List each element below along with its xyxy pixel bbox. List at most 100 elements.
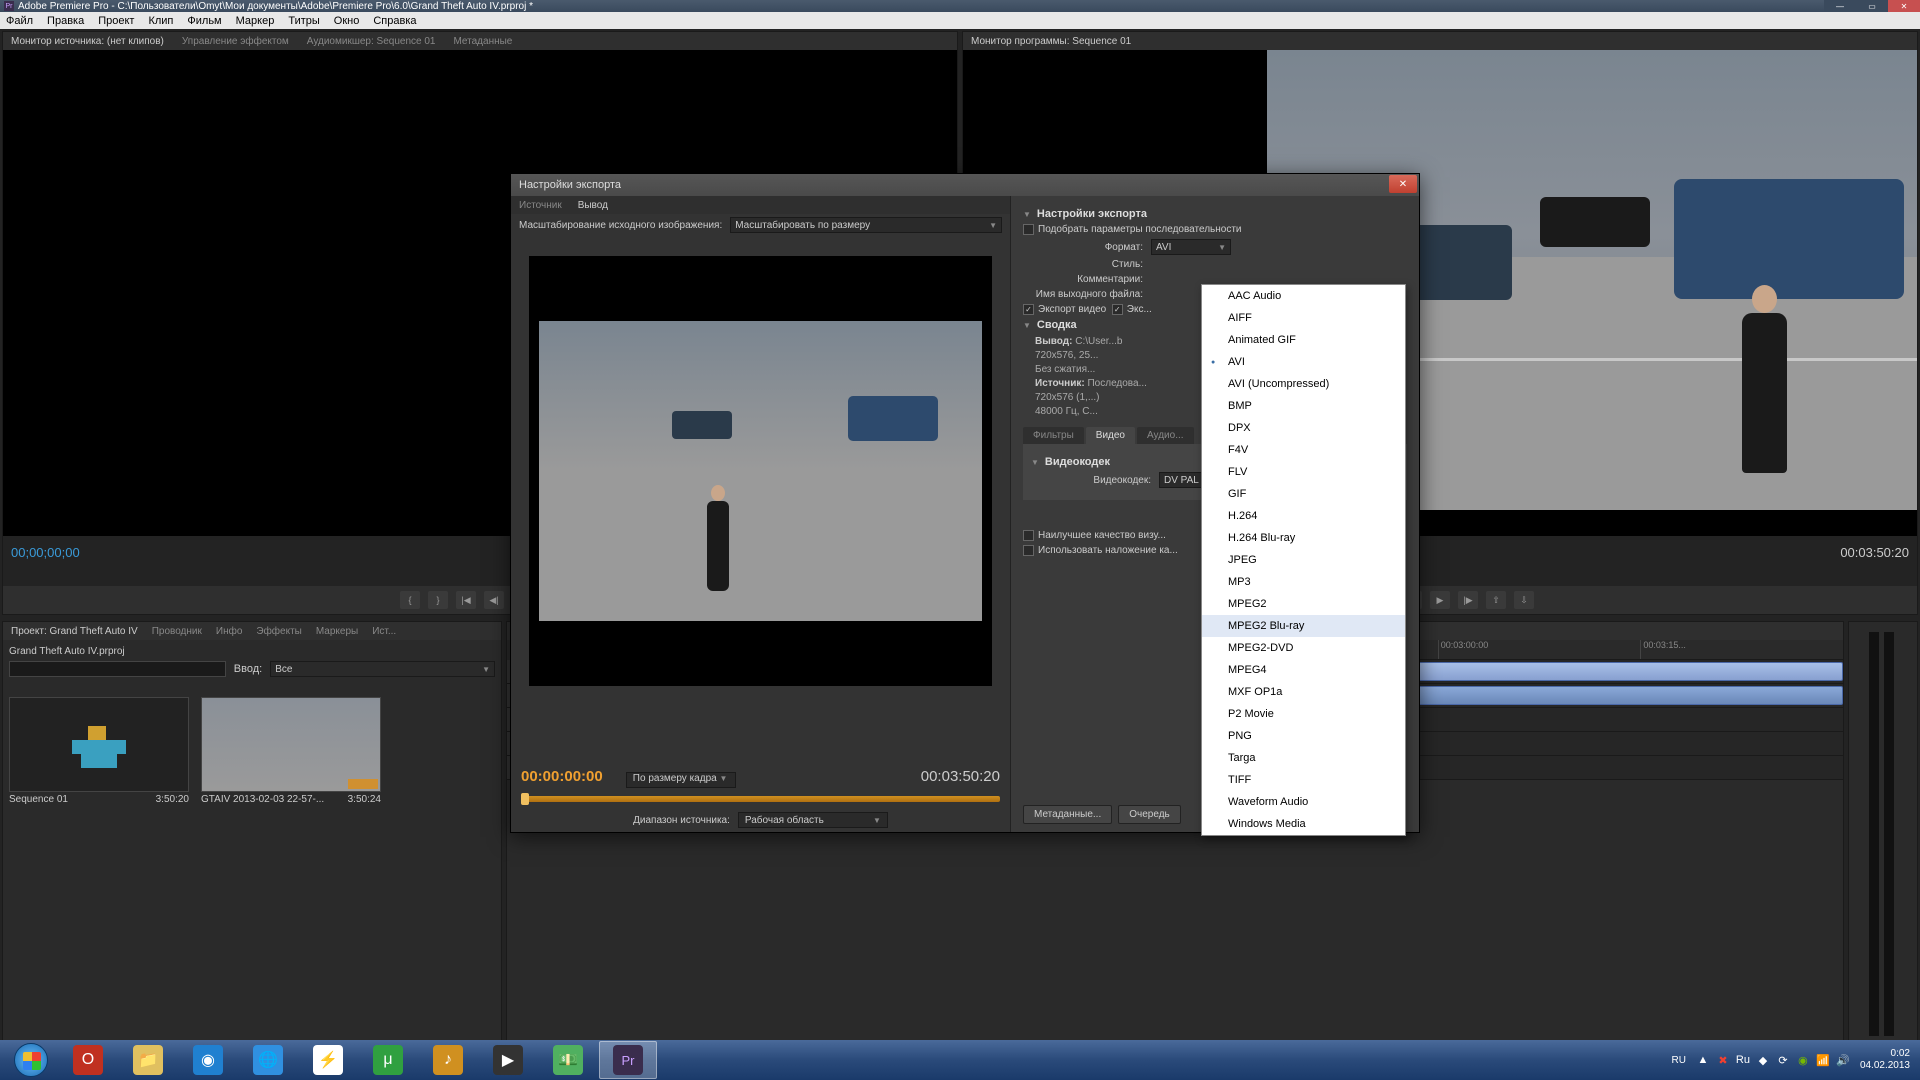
- language-indicator[interactable]: RU: [1671, 1055, 1685, 1066]
- best-quality-checkbox[interactable]: [1023, 530, 1034, 541]
- filter-dropdown[interactable]: Все▼: [270, 661, 495, 677]
- menu-edit[interactable]: Правка: [47, 15, 84, 27]
- format-option[interactable]: DPX: [1202, 417, 1405, 439]
- export-timeline-slider[interactable]: [521, 796, 1000, 802]
- taskbar-explorer[interactable]: 📁: [119, 1041, 177, 1079]
- taskbar-app1[interactable]: ◉: [179, 1041, 237, 1079]
- format-option[interactable]: MP3: [1202, 571, 1405, 593]
- range-dropdown[interactable]: Рабочая область▼: [738, 812, 888, 828]
- format-option[interactable]: MPEG2: [1202, 593, 1405, 615]
- tab-output[interactable]: Вывод: [578, 200, 608, 211]
- prog-step-fwd-button[interactable]: |▶: [1458, 591, 1478, 609]
- match-sequence-checkbox[interactable]: [1023, 224, 1034, 235]
- menu-sequence[interactable]: Фильм: [187, 15, 221, 27]
- tab-audio[interactable]: Аудио...: [1137, 427, 1194, 444]
- export-timecode-left[interactable]: 00:00:00:00: [521, 768, 603, 785]
- window-maximize-button[interactable]: ▭: [1856, 0, 1888, 12]
- taskbar-browser[interactable]: 🌐: [239, 1041, 297, 1079]
- tray-chevron-icon[interactable]: ▲: [1696, 1053, 1710, 1067]
- search-input[interactable]: [9, 661, 226, 677]
- export-audio-checkbox[interactable]: ✓: [1112, 304, 1123, 315]
- project-item-sequence[interactable]: Sequence 013:50:20: [9, 697, 189, 805]
- system-clock[interactable]: 0:02 04.02.2013: [1860, 1048, 1910, 1072]
- start-button[interactable]: [4, 1041, 58, 1079]
- tab-project[interactable]: Проект: Grand Theft Auto IV: [11, 626, 138, 637]
- format-option[interactable]: Windows Media: [1202, 813, 1405, 835]
- tab-effects[interactable]: Эффекты: [256, 626, 301, 637]
- prog-play-button[interactable]: ▶: [1430, 591, 1450, 609]
- tray-network-icon[interactable]: 📶: [1816, 1053, 1830, 1067]
- format-option[interactable]: P2 Movie: [1202, 703, 1405, 725]
- taskbar-aimp[interactable]: ♪: [419, 1041, 477, 1079]
- taskbar-opera[interactable]: O: [59, 1041, 117, 1079]
- scale-dropdown[interactable]: Масштабировать по размеру▼: [730, 217, 1002, 233]
- tab-source-monitor[interactable]: Монитор источника: (нет клипов): [11, 36, 164, 47]
- queue-button[interactable]: Очередь: [1118, 805, 1181, 824]
- tab-video[interactable]: Видео: [1086, 427, 1135, 444]
- taskbar-utorrent[interactable]: μ: [359, 1041, 417, 1079]
- format-option[interactable]: F4V: [1202, 439, 1405, 461]
- tab-metadata[interactable]: Метаданные: [453, 36, 512, 47]
- tray-update-icon[interactable]: ⟳: [1776, 1053, 1790, 1067]
- use-overlay-checkbox[interactable]: [1023, 545, 1034, 556]
- menu-clip[interactable]: Клип: [148, 15, 173, 27]
- format-option[interactable]: PNG: [1202, 725, 1405, 747]
- export-video-checkbox[interactable]: ✓: [1023, 304, 1034, 315]
- format-option[interactable]: AIFF: [1202, 307, 1405, 329]
- format-option[interactable]: TIFF: [1202, 769, 1405, 791]
- source-timecode-left[interactable]: 00;00;00;00: [11, 545, 80, 560]
- tray-app-icon[interactable]: ◆: [1756, 1053, 1770, 1067]
- tab-effect-controls[interactable]: Управление эффектом: [182, 36, 289, 47]
- menu-project[interactable]: Проект: [98, 15, 134, 27]
- taskbar-app2[interactable]: 💵: [539, 1041, 597, 1079]
- format-dropdown[interactable]: AVI▼: [1151, 239, 1231, 255]
- mark-out-button[interactable]: }: [428, 591, 448, 609]
- format-option[interactable]: Targa: [1202, 747, 1405, 769]
- prog-extract-button[interactable]: ⇩: [1514, 591, 1534, 609]
- menu-title[interactable]: Титры: [288, 15, 319, 27]
- format-option[interactable]: GIF: [1202, 483, 1405, 505]
- step-back-button[interactable]: ◀|: [484, 591, 504, 609]
- tray-volume-icon[interactable]: 🔊: [1836, 1053, 1850, 1067]
- menu-marker[interactable]: Маркер: [236, 15, 275, 27]
- format-option[interactable]: MPEG2 Blu-ray: [1202, 615, 1405, 637]
- tray-shield-icon[interactable]: ✖: [1716, 1053, 1730, 1067]
- tab-program-monitor[interactable]: Монитор программы: Sequence 01: [971, 36, 1131, 47]
- format-option[interactable]: Animated GIF: [1202, 329, 1405, 351]
- format-option[interactable]: JPEG: [1202, 549, 1405, 571]
- project-item-video[interactable]: GTAIV 2013-02-03 22-57-...3:50:24: [201, 697, 381, 805]
- dialog-close-button[interactable]: ✕: [1389, 175, 1417, 193]
- dialog-titlebar[interactable]: Настройки экспорта ✕: [511, 174, 1419, 196]
- prog-lift-button[interactable]: ⇧: [1486, 591, 1506, 609]
- tab-info[interactable]: Инфо: [216, 626, 243, 637]
- format-option[interactable]: BMP: [1202, 395, 1405, 417]
- window-minimize-button[interactable]: —: [1824, 0, 1856, 12]
- format-option[interactable]: FLV: [1202, 461, 1405, 483]
- go-in-button[interactable]: |◀: [456, 591, 476, 609]
- taskbar-mpc[interactable]: ▶: [479, 1041, 537, 1079]
- taskbar-daemon[interactable]: ⚡: [299, 1041, 357, 1079]
- tab-filters[interactable]: Фильтры: [1023, 427, 1084, 444]
- format-option[interactable]: H.264 Blu-ray: [1202, 527, 1405, 549]
- tray-lang-icon[interactable]: Ru: [1736, 1053, 1750, 1067]
- fit-dropdown[interactable]: По размеру кадра ▼: [626, 772, 736, 788]
- tray-nvidia-icon[interactable]: ◉: [1796, 1053, 1810, 1067]
- taskbar-premiere[interactable]: Pr: [599, 1041, 657, 1079]
- format-option[interactable]: MPEG2-DVD: [1202, 637, 1405, 659]
- format-option[interactable]: AVI (Uncompressed): [1202, 373, 1405, 395]
- tab-browser[interactable]: Проводник: [152, 626, 202, 637]
- export-settings-header[interactable]: Настройки экспорта: [1023, 208, 1407, 220]
- window-close-button[interactable]: ✕: [1888, 0, 1920, 12]
- menu-file[interactable]: Файл: [6, 15, 33, 27]
- mark-in-button[interactable]: {: [400, 591, 420, 609]
- format-option[interactable]: AVI: [1202, 351, 1405, 373]
- program-timecode-right[interactable]: 00:03:50:20: [1840, 545, 1909, 560]
- format-option[interactable]: H.264: [1202, 505, 1405, 527]
- metadata-button[interactable]: Метаданные...: [1023, 805, 1112, 824]
- format-option[interactable]: MXF OP1a: [1202, 681, 1405, 703]
- format-option[interactable]: MPEG4: [1202, 659, 1405, 681]
- tab-audio-mixer[interactable]: Аудиомикшер: Sequence 01: [307, 36, 436, 47]
- menu-help[interactable]: Справка: [373, 15, 416, 27]
- tab-markers[interactable]: Маркеры: [316, 626, 358, 637]
- tab-history[interactable]: Ист...: [372, 626, 396, 637]
